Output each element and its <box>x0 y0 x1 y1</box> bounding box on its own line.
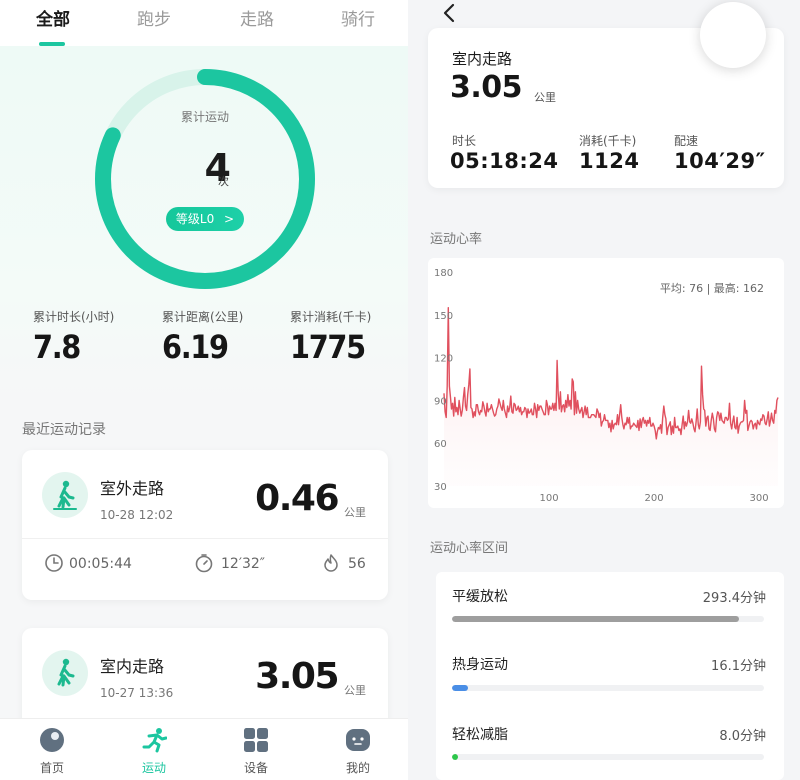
activity-overview-screen: 全部 跑步 走路 骑行 累计运动 4 次 等级L0 > 累计时长(小时) 7.8… <box>0 0 408 780</box>
zone-bar-track <box>452 685 764 691</box>
level-label: 等级L0 <box>175 212 215 226</box>
zone-name: 热身运动 <box>452 657 508 673</box>
record-distance: 3.05 <box>255 656 339 697</box>
stat-calories-value: 1775 <box>290 328 366 366</box>
walking-person-icon <box>42 472 88 518</box>
metric-pace-label: 配速 <box>674 134 699 148</box>
nav-profile-label: 我的 <box>345 761 370 775</box>
card-divider <box>22 538 388 539</box>
record-title: 室内走路 <box>100 657 165 676</box>
x-tick-label: 100 <box>539 493 558 504</box>
nav-sport[interactable]: 运动 <box>124 719 184 780</box>
activity-type-tabs: 全部 跑步 走路 骑行 <box>0 0 408 46</box>
metric-duration-label: 时长 <box>452 134 477 148</box>
metric-duration-value: 05:18:24 <box>450 149 559 173</box>
nav-home-label: 首页 <box>39 761 64 775</box>
heart-rate-zones-title: 运动心率区间 <box>430 541 509 556</box>
chevron-left-icon[interactable] <box>440 2 460 24</box>
zone-value: 293.4分钟 <box>702 591 766 606</box>
zone-bar-fill <box>452 685 468 691</box>
zone-bar-fill <box>452 754 459 760</box>
metric-calories-label: 消耗(千卡) <box>579 134 637 148</box>
heart-rate-summary: 平均: 76 | 最高: 162 <box>659 282 764 295</box>
tab-all[interactable]: 全部 <box>36 5 70 30</box>
flame-icon <box>324 554 338 572</box>
metric-calories-value: 1124 <box>579 149 640 173</box>
level-button[interactable]: 等级L0 > <box>166 207 244 231</box>
record-distance-unit: 公里 <box>344 684 366 697</box>
record-date: 10-27 13:36 <box>100 686 174 700</box>
devices-grid-icon <box>244 728 268 752</box>
record-pace: 12′32″ <box>221 556 266 572</box>
record-calories: 56 <box>348 556 366 572</box>
clock-icon <box>45 554 63 572</box>
record-distance-unit: 公里 <box>344 506 366 519</box>
stat-distance-value: 6.19 <box>162 328 229 366</box>
x-tick-label: 200 <box>645 493 664 504</box>
tab-walking[interactable]: 走路 <box>240 5 274 30</box>
y-tick-label: 90 <box>434 396 447 407</box>
record-date: 10-28 12:02 <box>100 508 174 522</box>
heart-rate-title: 运动心率 <box>430 232 483 247</box>
tab-cycling[interactable]: 骑行 <box>341 5 375 30</box>
summary-distance-unit: 公里 <box>534 91 556 104</box>
tab-running[interactable]: 跑步 <box>137 5 171 30</box>
recent-records-title: 最近运动记录 <box>22 422 106 438</box>
bottom-navigation: 首页 运动 设备 我的 <box>0 718 408 780</box>
y-tick-label: 60 <box>434 439 447 450</box>
zone-bar-fill <box>452 616 740 622</box>
home-planet-icon <box>40 728 64 752</box>
walking-person-icon <box>42 650 88 696</box>
running-icon <box>142 728 167 753</box>
ring-title: 累计运动 <box>180 110 229 124</box>
activity-record-card[interactable]: 室外走路 10-28 12:02 0.46 公里 00:05:44 12′32″… <box>22 450 388 600</box>
stat-duration-label: 累计时长(小时) <box>33 310 115 324</box>
y-tick-label: 180 <box>434 268 453 279</box>
heart-rate-chart-card: 180 150 120 90 60 30 100 200 300 平均: 76 | 最高: 16… <box>428 258 784 508</box>
zone-bar-track <box>452 616 764 622</box>
nav-devices-label: 设备 <box>243 761 268 775</box>
record-duration: 00:05:44 <box>69 556 132 572</box>
zone-name: 轻松减脂 <box>452 727 508 743</box>
y-tick-label: 150 <box>434 311 453 322</box>
stat-calories-label: 累计消耗(千卡) <box>290 310 372 324</box>
profile-face-icon <box>346 729 370 751</box>
floating-action-button[interactable] <box>700 2 766 68</box>
zone-name: 平缓放松 <box>452 589 508 605</box>
heart-rate-zones-card: 平缓放松 293.4分钟 热身运动 16.1分钟 轻松减脂 8.0分钟 <box>436 572 784 780</box>
stat-duration-value: 7.8 <box>33 328 81 366</box>
summary-distance: 3.05 <box>450 70 523 105</box>
nav-sport-label: 运动 <box>141 761 166 775</box>
zone-value: 8.0分钟 <box>719 729 766 744</box>
stopwatch-icon <box>195 554 213 573</box>
y-tick-label: 30 <box>434 482 447 493</box>
chevron-right-icon: > <box>224 212 235 226</box>
summary-title: 室内走路 <box>452 50 513 68</box>
x-tick-label: 300 <box>750 493 769 504</box>
nav-devices[interactable]: 设备 <box>226 719 286 780</box>
y-tick-label: 120 <box>434 354 453 365</box>
nav-profile[interactable]: 我的 <box>328 719 388 780</box>
record-distance: 0.46 <box>255 478 339 519</box>
stat-distance-label: 累计距离(公里) <box>162 310 244 324</box>
activity-detail-screen: 室内走路 3.05 公里 时长 05:18:24 消耗(千卡) 1124 配速 … <box>414 0 800 780</box>
heart-rate-area <box>444 307 778 486</box>
ring-unit: 次 <box>218 175 229 188</box>
zone-bar-track <box>452 754 764 760</box>
metric-pace-value: 104′29″ <box>674 149 766 173</box>
zone-value: 16.1分钟 <box>711 659 766 674</box>
record-title: 室外走路 <box>100 479 165 498</box>
nav-home[interactable]: 首页 <box>22 719 82 780</box>
